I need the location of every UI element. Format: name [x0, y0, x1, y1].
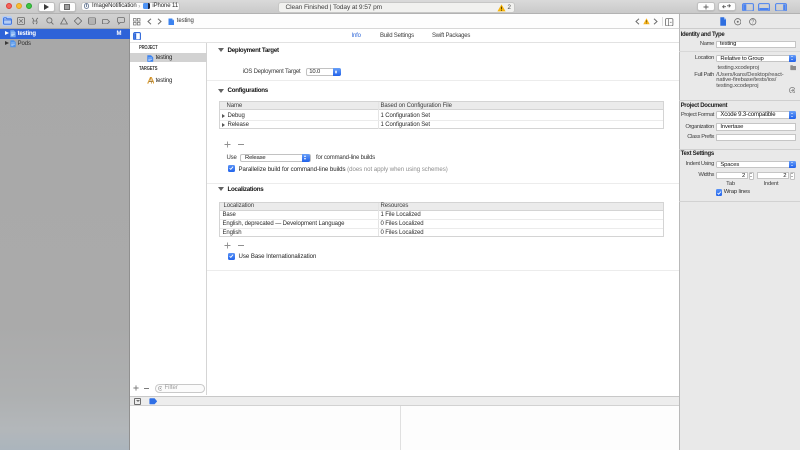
svg-text:?: ? — [751, 20, 754, 26]
